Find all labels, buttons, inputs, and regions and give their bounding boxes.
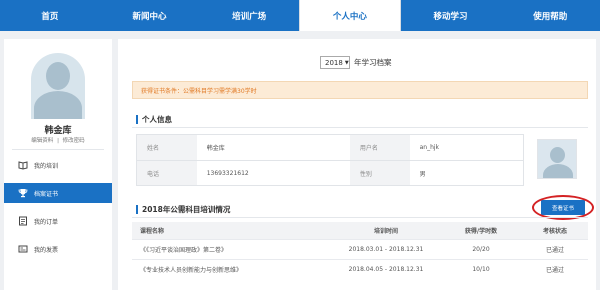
sidebar: 韩金库 编辑资料 | 修改密码 我的培训 档案证书 我的订单 我的发票 <box>4 39 112 290</box>
edit-profile-link[interactable]: 编辑资料 <box>31 138 53 144</box>
change-password-link[interactable]: 修改密码 <box>63 138 85 144</box>
profile-photo <box>537 139 577 179</box>
nav-personal-center[interactable]: 个人中心 <box>299 0 401 31</box>
name-value: 韩金库 <box>206 145 225 152</box>
avatar <box>31 53 85 119</box>
order-icon <box>19 216 27 226</box>
personal-info-table: 姓名 韩金库 用户名 an_hjk 电话 13693321612 性别 男 <box>136 134 524 186</box>
training-period: 2018.03.01 - 2018.12.31 <box>348 246 424 253</box>
profile-links: 编辑资料 | 修改密码 <box>4 136 112 144</box>
nav-home[interactable]: 首页 <box>0 0 100 31</box>
table-header-row: 课程名称 培训时间 获得/学时数 考核状态 <box>132 222 588 239</box>
sidebar-item-my-training[interactable]: 我的培训 <box>4 155 112 175</box>
course-name[interactable]: 《《习近平谈治国理政》第二卷》 <box>132 245 332 254</box>
nav-mobile-learning[interactable]: 移动学习 <box>401 0 501 31</box>
sidebar-item-my-orders[interactable]: 我的订单 <box>4 211 112 231</box>
nav-help[interactable]: 使用帮助 <box>500 0 600 31</box>
sidebar-item-label: 档案证书 <box>34 190 59 198</box>
col-training-time: 培训时间 <box>373 228 398 235</box>
name-label: 姓名 <box>137 135 197 160</box>
table-row: 《《习近平谈治国理政》第二卷》 2018.03.01 - 2018.12.31 … <box>132 239 588 259</box>
col-hours: 获得/学时数 <box>464 228 498 235</box>
personal-info-heading: 个人信息 <box>136 114 172 125</box>
info-row: 电话 13693321612 性别 男 <box>137 160 523 185</box>
assessment-status: 已通过 <box>545 267 564 274</box>
sidebar-item-my-invoices[interactable]: 我的发票 <box>4 239 112 259</box>
col-course-name: 课程名称 <box>140 228 165 235</box>
sidebar-item-label: 我的培训 <box>34 162 59 170</box>
training-table: 课程名称 培训时间 获得/学时数 考核状态 《《习近平谈治国理政》第二卷》 20… <box>132 222 588 279</box>
top-nav: 首页 新闻中心 培训广场 个人中心 移动学习 使用帮助 <box>0 0 600 31</box>
sidebar-item-archive-certificates[interactable]: 档案证书 <box>4 183 112 203</box>
hours-earned: 10/10 <box>472 266 490 273</box>
sidebar-menu: 我的培训 档案证书 我的订单 我的发票 <box>4 155 112 267</box>
archive-year-row: 2018 ▼ 年学习档案 <box>320 56 392 69</box>
hours-earned: 20/20 <box>472 246 490 253</box>
phone-value: 13693321612 <box>206 169 249 177</box>
gender-label: 性别 <box>349 161 410 185</box>
username-value: an_hjk <box>419 144 440 151</box>
nav-news[interactable]: 新闻中心 <box>100 0 200 31</box>
username-label: 用户名 <box>349 135 410 160</box>
sidebar-divider <box>12 149 104 150</box>
main-panel: 2018 ▼ 年学习档案 获得证书条件：公需科目学习需学满30学时 个人信息 姓… <box>118 39 596 290</box>
year-select[interactable]: 2018 ▼ <box>320 56 350 69</box>
year-select-value: 2018 <box>325 58 343 67</box>
gender-value: 男 <box>419 170 426 178</box>
archive-title: 年学习档案 <box>354 58 392 67</box>
phone-label: 电话 <box>137 161 197 185</box>
trophy-icon <box>18 189 28 198</box>
book-icon <box>18 161 28 170</box>
sidebar-item-label: 我的订单 <box>34 218 59 226</box>
sidebar-item-label: 我的发票 <box>34 246 59 254</box>
table-row: 《专业技术人员创新能力与创新思维》 2018.04.05 - 2018.12.3… <box>132 259 588 279</box>
chevron-down-icon: ▼ <box>344 59 349 66</box>
nav-training-square[interactable]: 培训广场 <box>199 0 299 31</box>
training-heading: 2018年公需科目培训情况 <box>136 204 230 215</box>
section-divider <box>132 217 588 218</box>
user-name: 韩金库 <box>44 126 72 136</box>
invoice-icon <box>18 245 28 253</box>
section-divider <box>132 127 588 128</box>
info-row: 姓名 韩金库 用户名 an_hjk <box>137 135 523 160</box>
assessment-status: 已通过 <box>545 247 564 254</box>
training-period: 2018.04.05 - 2018.12.31 <box>348 266 424 273</box>
link-separator: | <box>57 138 59 144</box>
certificate-notice: 获得证书条件：公需科目学习需学满30学时 <box>132 81 588 99</box>
col-status: 考核状态 <box>542 228 567 235</box>
course-name[interactable]: 《专业技术人员创新能力与创新思维》 <box>132 265 332 274</box>
